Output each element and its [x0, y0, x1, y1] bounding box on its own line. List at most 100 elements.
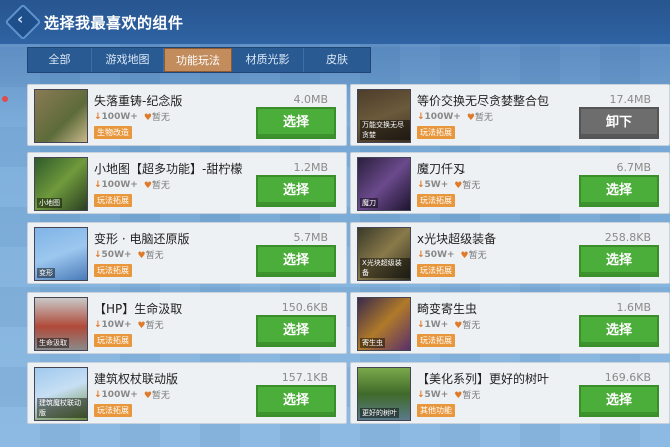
- thumbnail-caption: 变形: [37, 268, 55, 278]
- select-button[interactable]: 选择: [256, 315, 336, 347]
- select-button[interactable]: 选择: [579, 245, 659, 277]
- download-value: 100W+: [101, 111, 138, 122]
- download-count: ↓100W+: [417, 112, 461, 122]
- select-button[interactable]: 选择: [256, 175, 336, 207]
- like-icon: ♥: [143, 113, 152, 123]
- item-name: 畸变寄生虫: [417, 302, 478, 316]
- thumbnail-caption: 寄生虫: [360, 338, 385, 348]
- list-item: X光块超级装备 x光块超级装备 ↓50W+ ♥暂无 玩法拓展 258.8KB 选…: [350, 222, 670, 284]
- item-thumbnail: 魔刀: [357, 157, 411, 211]
- item-thumbnail: 寄生虫: [357, 297, 411, 351]
- list-item: 小地图 小地图【超多功能】-甜柠檬 ↓100W+ ♥暂无 玩法拓展 1.2MB …: [27, 152, 347, 214]
- like-count: ♥暂无: [454, 388, 480, 401]
- like-icon: ♥: [460, 251, 469, 261]
- download-value: 5W+: [424, 389, 449, 400]
- item-stats: ↓5W+ ♥暂无: [417, 388, 480, 402]
- item-name: 【HP】生命汲取: [94, 302, 183, 316]
- category-tag: 玩法拓展: [417, 334, 455, 347]
- download-count: ↓100W+: [94, 180, 138, 190]
- like-icon: ♥: [137, 321, 146, 331]
- header-bar: ‹ 选择我最喜欢的组件: [0, 0, 670, 44]
- like-icon: ♥: [143, 181, 152, 191]
- list-item: 魔刀 魔刀仟刄 ↓5W+ ♥暂无 玩法拓展 6.7MB 选择: [350, 152, 670, 214]
- item-thumbnail: 小地图: [34, 157, 88, 211]
- thumbnail-caption: 小地图: [37, 198, 62, 208]
- item-stats: ↓100W+ ♥暂无: [417, 110, 493, 124]
- item-name: 小地图【超多功能】-甜柠檬: [94, 162, 243, 176]
- category-tag: 玩法拓展: [417, 264, 455, 277]
- item-stats: ↓100W+ ♥暂无: [94, 110, 170, 124]
- like-value: 暂无: [151, 181, 170, 191]
- like-value: 暂无: [462, 391, 481, 401]
- back-button[interactable]: ‹: [4, 3, 42, 41]
- item-thumbnail: 变形: [34, 227, 88, 281]
- like-count: ♥暂无: [454, 178, 480, 191]
- file-size: 4.0MB: [293, 93, 328, 106]
- unequip-button[interactable]: 卸下: [579, 107, 659, 139]
- category-tag: 生物改造: [94, 126, 132, 139]
- select-button[interactable]: 选择: [579, 385, 659, 417]
- file-size: 157.1KB: [281, 371, 328, 384]
- like-count: ♥暂无: [467, 110, 493, 123]
- item-stats: ↓50W+ ♥暂无: [417, 248, 487, 262]
- like-count: ♥暂无: [144, 388, 170, 401]
- category-tabs: 全部 游戏地图 功能玩法 材质光影 皮肤: [27, 47, 371, 73]
- thumbnail-caption: 魔刀: [360, 198, 378, 208]
- item-stats: ↓1W+ ♥暂无: [417, 318, 480, 332]
- thumbnail-caption: X光块超级装备: [360, 258, 410, 278]
- like-icon: ♥: [143, 391, 152, 401]
- download-arrow-icon: ↓: [417, 389, 425, 400]
- item-thumbnail: 万能交换无尽贪婪: [357, 89, 411, 143]
- like-value: 暂无: [468, 251, 487, 261]
- side-indicator-dot: [2, 96, 8, 102]
- thumbnail-caption: 万能交换无尽贪婪: [360, 120, 410, 140]
- list-item: 万能交换无尽贪婪 等价交换无尽贪婪整合包 ↓100W+ ♥暂无 玩法拓展 17.…: [350, 84, 670, 146]
- item-thumbnail: 建筑魔杖联动版: [34, 367, 88, 421]
- select-button[interactable]: 选择: [256, 245, 336, 277]
- thumbnail-caption: 建筑魔杖联动版: [37, 398, 87, 418]
- file-size: 1.6MB: [616, 301, 651, 314]
- list-item: 生命汲取 【HP】生命汲取 ↓10W+ ♥暂无 玩法拓展 150.6KB 选择: [27, 292, 347, 354]
- download-count: ↓5W+: [417, 390, 448, 400]
- category-tag: 玩法拓展: [94, 404, 132, 417]
- item-thumbnail: 更好的树叶: [357, 367, 411, 421]
- tab-skins[interactable]: 皮肤: [304, 48, 370, 72]
- list-item: 建筑魔杖联动版 建筑权杖联动版 ↓100W+ ♥暂无 玩法拓展 157.1KB …: [27, 362, 347, 424]
- download-arrow-icon: ↓: [417, 249, 425, 260]
- download-arrow-icon: ↓: [417, 319, 425, 330]
- file-size: 6.7MB: [616, 161, 651, 174]
- item-name: 等价交换无尽贪婪整合包: [417, 94, 550, 108]
- tab-all[interactable]: 全部: [28, 48, 92, 72]
- item-stats: ↓100W+ ♥暂无: [94, 388, 170, 402]
- item-thumbnail: X光块超级装备: [357, 227, 411, 281]
- like-count: ♥暂无: [144, 110, 170, 123]
- download-count: ↓1W+: [417, 320, 448, 330]
- item-stats: ↓10W+ ♥暂无: [94, 318, 164, 332]
- select-button[interactable]: 选择: [256, 107, 336, 139]
- thumbnail-caption: 更好的树叶: [360, 408, 399, 418]
- tab-texture-shader[interactable]: 材质光影: [232, 48, 304, 72]
- item-thumbnail: 生命汲取: [34, 297, 88, 351]
- item-name: 建筑权杖联动版: [94, 372, 179, 386]
- tab-game-maps[interactable]: 游戏地图: [92, 48, 164, 72]
- download-arrow-icon: ↓: [94, 319, 102, 330]
- download-arrow-icon: ↓: [417, 179, 425, 190]
- select-button[interactable]: 选择: [579, 315, 659, 347]
- download-arrow-icon: ↓: [94, 249, 102, 260]
- like-count: ♥暂无: [454, 318, 480, 331]
- like-count: ♥暂无: [138, 318, 164, 331]
- tab-function-gameplay[interactable]: 功能玩法: [164, 48, 232, 72]
- item-stats: ↓5W+ ♥暂无: [417, 178, 480, 192]
- file-size: 5.7MB: [293, 231, 328, 244]
- like-value: 暂无: [145, 321, 164, 331]
- category-tag: 其他功能: [417, 404, 455, 417]
- category-tag: 玩法拓展: [417, 126, 455, 139]
- page-title: 选择我最喜欢的组件: [44, 14, 184, 32]
- download-value: 50W+: [101, 249, 132, 260]
- select-button[interactable]: 选择: [579, 175, 659, 207]
- like-value: 暂无: [151, 113, 170, 123]
- like-value: 暂无: [151, 391, 170, 401]
- like-value: 暂无: [462, 181, 481, 191]
- item-name: 魔刀仟刄: [417, 162, 466, 176]
- select-button[interactable]: 选择: [256, 385, 336, 417]
